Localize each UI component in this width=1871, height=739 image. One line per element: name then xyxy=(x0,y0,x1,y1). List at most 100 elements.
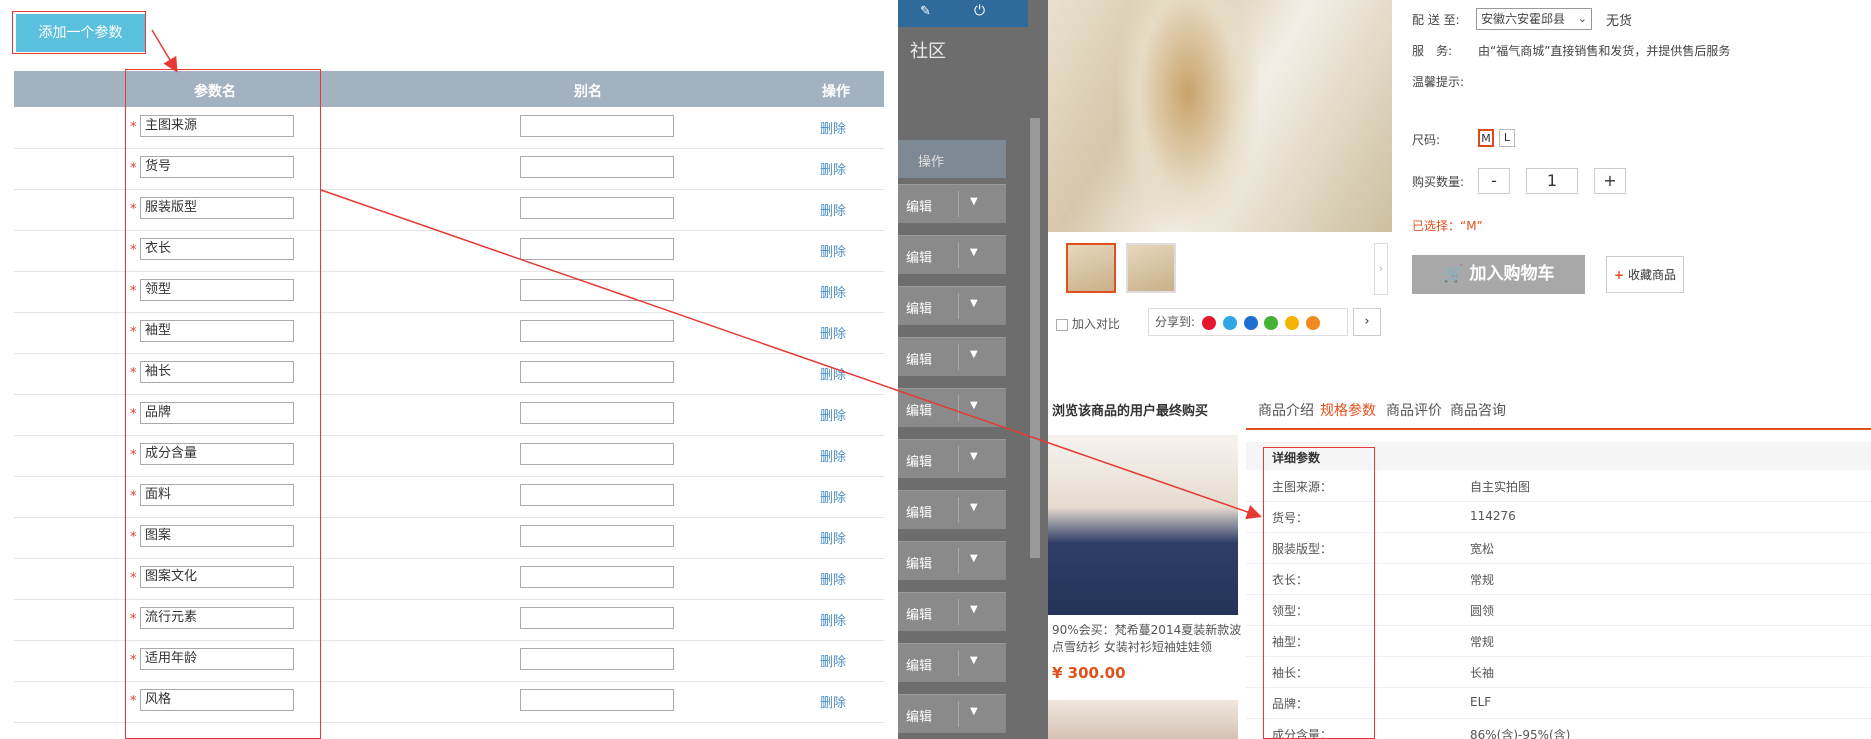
edit-button[interactable]: 编辑 xyxy=(906,349,932,368)
favorite-label: 收藏商品 xyxy=(1627,268,1676,282)
power-icon[interactable]: ⏻ xyxy=(974,3,985,19)
renren-icon[interactable] xyxy=(1243,315,1258,330)
alias-input[interactable] xyxy=(520,525,674,547)
edit-button[interactable]: 编辑 xyxy=(906,655,932,674)
divider xyxy=(958,497,959,523)
share-label: 分享到: xyxy=(1155,315,1196,329)
delete-link[interactable]: 删除 xyxy=(820,692,846,711)
caret-down-icon[interactable]: ▼ xyxy=(970,553,978,564)
edit-button[interactable]: 编辑 xyxy=(906,247,932,266)
favorite-button[interactable]: + 收藏商品 xyxy=(1606,256,1684,293)
edit-button[interactable]: 编辑 xyxy=(906,553,932,572)
edit-row: 编辑 ▼ xyxy=(898,286,1006,325)
caret-down-icon[interactable]: ▼ xyxy=(970,349,978,360)
recommend-product-image-2[interactable] xyxy=(1048,700,1238,739)
alias-input[interactable] xyxy=(520,443,674,465)
edit-button[interactable]: 编辑 xyxy=(906,298,932,317)
edit-button[interactable]: 编辑 xyxy=(906,604,932,623)
size-option-m[interactable]: M xyxy=(1478,129,1494,147)
delete-link[interactable]: 删除 xyxy=(820,610,846,629)
quantity-minus-button[interactable]: - xyxy=(1478,168,1510,194)
delete-link[interactable]: 删除 xyxy=(820,651,846,670)
tencent-icon[interactable] xyxy=(1222,315,1237,330)
thumbnail-2[interactable] xyxy=(1126,243,1176,293)
quantity-plus-button[interactable]: + xyxy=(1594,168,1626,194)
edit-button[interactable]: 编辑 xyxy=(906,196,932,215)
tab-reviews[interactable]: 商品评价 xyxy=(1386,400,1442,420)
scarf-pattern xyxy=(1118,0,1258,232)
alias-input[interactable] xyxy=(520,156,674,178)
edit-button[interactable]: 编辑 xyxy=(906,706,932,725)
spec-value: 常规 xyxy=(1470,635,1495,649)
delete-link[interactable]: 删除 xyxy=(820,446,846,465)
divider xyxy=(958,701,959,727)
delete-link[interactable]: 删除 xyxy=(820,487,846,506)
delete-link[interactable]: 删除 xyxy=(820,118,846,137)
delete-link[interactable]: 删除 xyxy=(820,405,846,424)
thumbnail-1[interactable] xyxy=(1066,243,1116,293)
caret-down-icon[interactable]: ▼ xyxy=(970,706,978,717)
delete-link[interactable]: 删除 xyxy=(820,364,846,383)
caret-down-icon[interactable]: ▼ xyxy=(970,502,978,513)
edit-row: 编辑 ▼ xyxy=(898,541,1006,580)
compare-checkbox[interactable]: 加入对比 xyxy=(1056,315,1120,332)
caret-down-icon[interactable]: ▼ xyxy=(970,400,978,411)
star-icon[interactable] xyxy=(1285,315,1300,330)
alias-input[interactable] xyxy=(520,361,674,383)
qzone-icon[interactable] xyxy=(1306,315,1321,330)
weibo-icon[interactable] xyxy=(1201,315,1216,330)
delete-link[interactable]: 删除 xyxy=(820,241,846,260)
thumb-next-icon[interactable]: › xyxy=(1374,243,1388,295)
quantity-input[interactable]: 1 xyxy=(1526,168,1578,194)
top-toolbar: ✎ ⏻ xyxy=(898,0,1028,27)
alias-input[interactable] xyxy=(520,566,674,588)
chevron-down-icon: ⌄ xyxy=(1577,12,1587,25)
alias-input[interactable] xyxy=(520,115,674,137)
caret-down-icon[interactable]: ▼ xyxy=(970,247,978,258)
alias-input[interactable] xyxy=(520,197,674,219)
caret-down-icon[interactable]: ▼ xyxy=(970,604,978,615)
divider xyxy=(958,242,959,268)
alias-input[interactable] xyxy=(520,279,674,301)
delete-link[interactable]: 删除 xyxy=(820,282,846,301)
alias-input[interactable] xyxy=(520,320,674,342)
recommend-product-image[interactable] xyxy=(1048,435,1238,615)
tab-specs[interactable]: 规格参数 xyxy=(1320,400,1376,420)
share-more-icon[interactable]: › xyxy=(1353,308,1381,336)
address-select[interactable]: 安徽六安霍邱县 ⌄ xyxy=(1476,8,1592,30)
selected-size-text: 已选择：“M” xyxy=(1412,219,1483,233)
alias-input[interactable] xyxy=(520,484,674,506)
tab-consult[interactable]: 商品咨询 xyxy=(1450,400,1506,420)
wechat-icon[interactable] xyxy=(1264,315,1279,330)
edit-row: 编辑 ▼ xyxy=(898,184,1006,223)
delete-link[interactable]: 删除 xyxy=(820,569,846,588)
caret-down-icon[interactable]: ▼ xyxy=(970,298,978,309)
alias-input[interactable] xyxy=(520,402,674,424)
delete-link[interactable]: 删除 xyxy=(820,200,846,219)
tab-intro[interactable]: 商品介绍 xyxy=(1258,400,1314,420)
delete-link[interactable]: 删除 xyxy=(820,323,846,342)
edit-button[interactable]: 编辑 xyxy=(906,502,932,521)
edit-row: 编辑 ▼ xyxy=(898,388,1006,427)
edit-row: 编辑 ▼ xyxy=(898,439,1006,478)
share-bar: 分享到: xyxy=(1148,308,1348,336)
edit-button[interactable]: 编辑 xyxy=(906,400,932,419)
divider xyxy=(958,395,959,421)
alias-input[interactable] xyxy=(520,648,674,670)
edit-button[interactable]: 编辑 xyxy=(906,451,932,470)
alias-input[interactable] xyxy=(520,689,674,711)
scrollbar[interactable] xyxy=(1030,118,1040,558)
caret-down-icon[interactable]: ▼ xyxy=(970,196,978,207)
delete-link[interactable]: 删除 xyxy=(820,159,846,178)
edit-icon[interactable]: ✎ xyxy=(920,4,931,19)
alias-input[interactable] xyxy=(520,607,674,629)
annotation-box-spec-names xyxy=(1263,447,1375,739)
operation-header: 操作 xyxy=(898,140,1006,178)
caret-down-icon[interactable]: ▼ xyxy=(970,451,978,462)
recommend-description[interactable]: 90%会买：梵希蔓2014夏装新款波点雪纺衫 女装衬衫短袖娃娃领 xyxy=(1052,622,1242,656)
size-option-l[interactable]: L xyxy=(1499,129,1515,147)
caret-down-icon[interactable]: ▼ xyxy=(970,655,978,666)
alias-input[interactable] xyxy=(520,238,674,260)
add-to-cart-button[interactable]: 🛒 加入购物车 xyxy=(1412,255,1585,294)
delete-link[interactable]: 删除 xyxy=(820,528,846,547)
